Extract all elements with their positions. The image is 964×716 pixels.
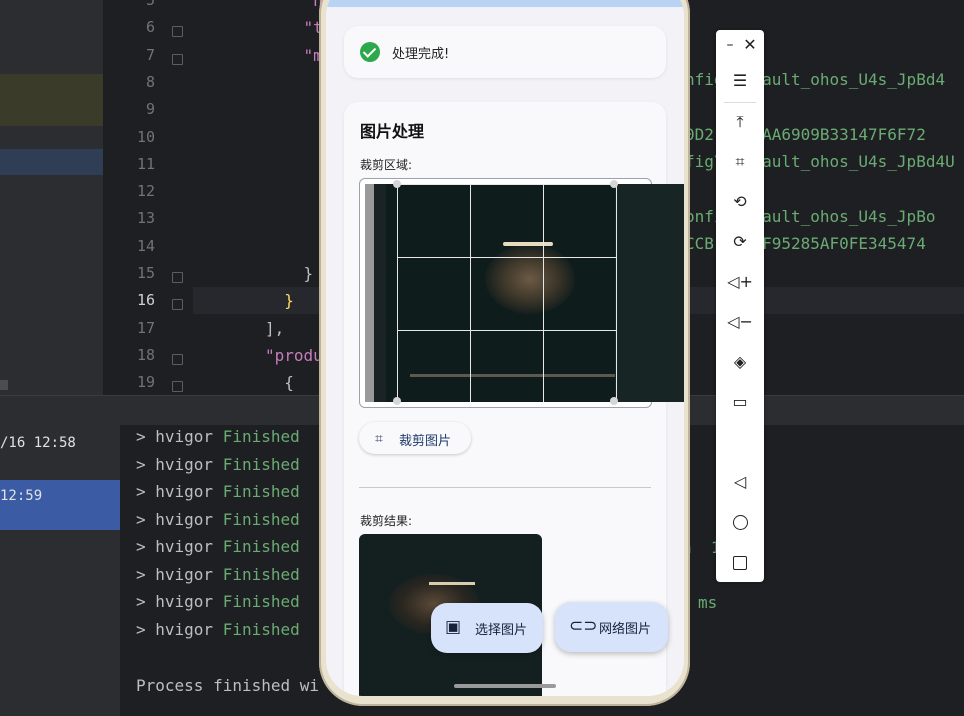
line-number: 6 [145,18,155,37]
code-line: { [284,373,294,393]
crop-handle-top-left[interactable] [393,180,401,188]
console-line: > hvigor Finished [136,619,300,639]
run-history-panel: /16 12:58 12:59 [0,425,120,716]
crop-button-label: 裁剪图片 [399,434,452,449]
selected-row[interactable] [0,149,103,175]
crop-handle-bottom-left[interactable] [393,397,401,405]
minimize-button[interactable]: – [721,30,739,60]
line-number: 10 [136,127,155,146]
emulator-toolbar: – ✕ ☰ ⤒ ⌗ ⟲ ⟳ ◁+ ◁− ◈ ▭ ◁ [716,30,764,582]
console-line: > hvigor Finished [136,427,300,446]
scrollbar[interactable] [0,380,8,390]
line-number: 11 [136,154,155,173]
line-number: 15 [136,264,155,282]
console-line: > hvigor Finished [136,592,300,611]
crop-image [365,184,684,402]
line-number: 14 [136,236,155,255]
screenshot-icon[interactable]: ▭ [716,387,764,417]
volume-down-icon[interactable]: ◁− [716,307,764,337]
crop-area[interactable] [359,178,684,408]
line-number: 12 [136,182,155,201]
home-icon[interactable] [716,507,764,537]
project-panel [0,0,103,395]
section-title: 图片处理 [360,122,425,141]
image-icon: ▣ [445,617,462,637]
top-app-bar [326,0,684,7]
fold-marker[interactable] [172,299,183,311]
console-line: > hvigor Finished [136,454,300,474]
crop-area-label: 裁剪区域: [360,158,413,172]
run-item-selected[interactable]: 12:59 [0,480,120,530]
menu-icon[interactable]: ☰ [716,66,764,96]
line-number: 9 [145,100,155,119]
recents-icon[interactable] [716,547,764,577]
close-button[interactable]: ✕ [741,30,759,60]
fold-gutter [163,0,193,395]
process-finished-line: Process finished wi [136,676,320,695]
timing-text: ms [698,593,718,612]
crop-handle-bottom-right[interactable] [610,397,618,405]
status-text: 处理完成! [392,47,450,62]
crop-handle-top-right[interactable] [610,180,618,188]
crop-icon[interactable]: ⌗ [716,147,764,177]
line-number-gutter: 5 6 7 8 9 10 11 12 13 14 15 16 17 18 19 [103,0,163,395]
line-number: 13 [136,209,155,228]
line-number: 17 [136,318,155,337]
fold-marker[interactable] [172,272,183,283]
line-number: 19 [136,373,155,392]
run-item-time: 12:59 [0,488,43,504]
fold-marker[interactable] [172,26,183,38]
line-number: 5 [145,0,155,9]
line-number: 18 [136,345,155,364]
check-circle-icon [360,42,380,62]
status-card: 处理完成! [344,26,666,78]
code-line: } [303,264,314,283]
rotate-right-icon[interactable]: ⟳ [716,227,764,257]
phone-screen: 处理完成! 图片处理 裁剪区域: ⌗ 裁剪图片 裁剪结果: ▣ 选择图片 ⊂⊃ … [326,0,684,696]
home-indicator[interactable] [454,684,556,688]
run-item[interactable]: /16 12:58 [0,425,120,475]
crop-icon: ⌗ [375,431,383,447]
link-icon: ⊂⊃ [569,616,598,636]
code-line: ], [265,318,285,338]
run-item-time: /16 12:58 [0,435,76,451]
fold-marker[interactable] [172,53,183,65]
line-number: 8 [145,72,155,91]
code-line: } [284,291,294,311]
line-number: 16 [136,291,155,310]
console-line: > hvigor Finished [136,537,300,556]
console-line: > hvigor Finished [136,482,300,501]
line-number: 7 [145,45,155,64]
select-image-button[interactable]: ▣ 选择图片 [431,603,543,653]
web-image-button[interactable]: ⊂⊃ 网络图片 [555,602,668,652]
console-line: > hvigor Finished [136,509,300,529]
fold-marker[interactable] [172,353,183,365]
crop-result-label: 裁剪结果: [360,514,413,528]
divider [359,487,651,488]
crop-button[interactable]: ⌗ 裁剪图片 [359,422,471,454]
volume-up-icon[interactable]: ◁+ [716,267,764,297]
web-image-label: 网络图片 [599,622,652,637]
pin-top-icon[interactable]: ⤒ [716,107,764,137]
select-image-label: 选择图片 [475,623,528,638]
fold-icon[interactable]: ◈ [716,347,764,377]
fold-marker[interactable] [172,381,183,393]
back-icon[interactable]: ◁ [716,467,764,497]
rotate-left-icon[interactable]: ⟲ [716,187,764,217]
highlight-row [0,74,103,126]
console-line: > hvigor Finished [136,564,300,584]
crop-grid[interactable] [397,184,617,402]
